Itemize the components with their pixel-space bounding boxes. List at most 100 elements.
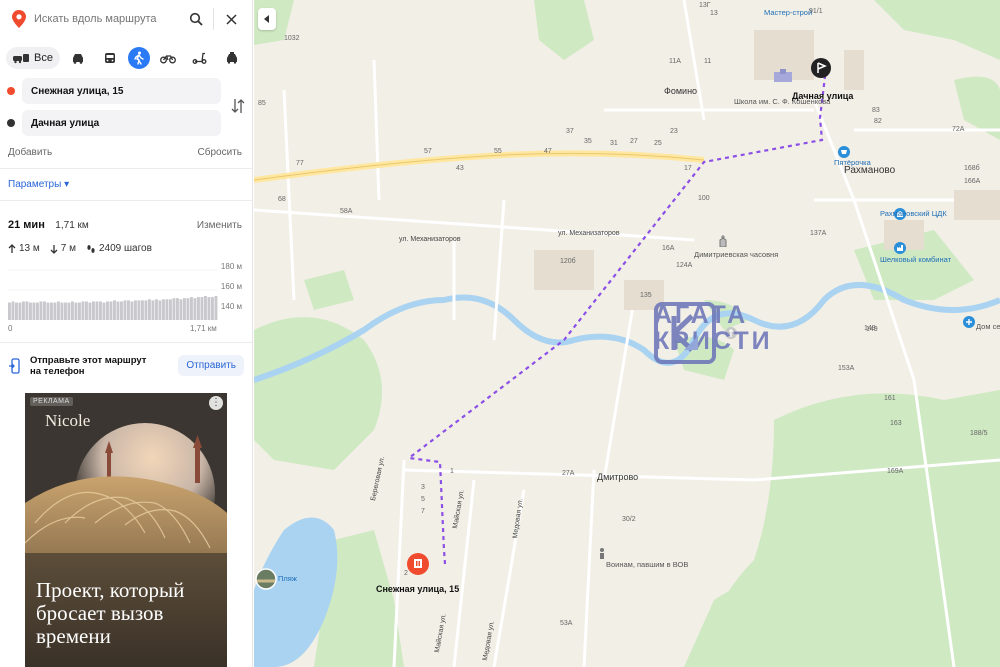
- elevation-bar: [53, 302, 57, 320]
- elevation-bar: [8, 302, 11, 320]
- elevation-bar: [50, 302, 53, 320]
- poi-cdk[interactable]: Рахмановский ЦДК: [880, 209, 947, 218]
- house-number: 31: [610, 140, 618, 147]
- search-icon[interactable]: [185, 8, 207, 30]
- divider: [0, 200, 252, 201]
- house-number: 124А: [676, 262, 693, 269]
- more-icon[interactable]: ⋮: [209, 396, 223, 410]
- reset-button[interactable]: Сбросить: [198, 147, 242, 158]
- house-number: 168б: [964, 165, 980, 172]
- house-number: 77: [296, 160, 304, 167]
- swap-points-icon[interactable]: [231, 96, 245, 116]
- elevation-bar: [78, 302, 81, 320]
- mode-bike-button[interactable]: [154, 47, 182, 69]
- mode-scooter-button[interactable]: [186, 47, 214, 69]
- elevation-bar: [204, 296, 207, 320]
- house-number: 35: [584, 138, 592, 145]
- elevation-bar: [39, 301, 43, 320]
- elevation-bar: [141, 300, 144, 320]
- poi-master-stroy[interactable]: Мастер-строй: [764, 8, 812, 17]
- transport-modes: Все: [0, 38, 252, 78]
- send-to-phone: Отправьте этот маршрут на телефон Отправ…: [0, 342, 252, 388]
- poi-chapel[interactable]: Димитриевская часовня: [694, 250, 778, 259]
- place-fomino: Фомино: [664, 86, 698, 96]
- poi-kombinat[interactable]: Шелковый комбинат: [880, 255, 951, 264]
- poi-pyaterochka[interactable]: Пятёрочка: [834, 158, 871, 167]
- send-button[interactable]: Отправить: [178, 355, 244, 376]
- from-dot-icon: [7, 87, 15, 95]
- descent-stat: 7 м: [50, 243, 76, 254]
- route-point-from[interactable]: Снежная улица, 15: [7, 78, 221, 104]
- agency-watermark: АГАТА КРИСТИ: [654, 302, 773, 364]
- house-number: 169А: [887, 468, 904, 475]
- route-time: 21 мин: [8, 219, 45, 231]
- route-point-to[interactable]: Дачная улица: [7, 110, 221, 136]
- advertisement[interactable]: РЕКЛАМА Nicole ⋮ Проект, который бросает…: [25, 393, 227, 667]
- mode-taxi-button[interactable]: [218, 47, 246, 69]
- memorial-icon[interactable]: [597, 547, 607, 559]
- end-marker-label[interactable]: Дачная улица: [792, 91, 853, 101]
- route-summary: 21 мин 1,71 км Изменить: [0, 205, 252, 233]
- map-canvas[interactable]: Фомино Рахманово Дмитрово Мастер-строй Ш…: [254, 0, 1000, 667]
- house-number: 82: [874, 118, 882, 125]
- chapel-icon[interactable]: [718, 235, 728, 247]
- mode-walk-button[interactable]: [127, 47, 150, 69]
- elevation-bar: [71, 301, 74, 320]
- mode-car-button[interactable]: [64, 47, 92, 69]
- add-point-button[interactable]: Добавить: [8, 147, 52, 158]
- elevation-bar: [176, 298, 179, 320]
- route-search-input[interactable]: [34, 13, 185, 25]
- location-pin-icon: [12, 10, 26, 28]
- to-label: Дачная улица: [31, 117, 100, 129]
- elevation-bar: [137, 300, 141, 320]
- elevation-bar: [67, 302, 71, 320]
- ad-label: РЕКЛАМА: [30, 397, 73, 406]
- end-marker: [811, 58, 831, 78]
- mode-transit-button[interactable]: [96, 47, 124, 69]
- elevation-bar: [43, 301, 46, 320]
- house-number: 30/2: [622, 516, 636, 523]
- elevation-bar: [144, 300, 148, 320]
- poi-hospice[interactable]: Дом сестринского ухода: [976, 322, 1000, 331]
- elev-y-tick: 140 м: [220, 302, 242, 311]
- elevation-bar: [120, 301, 123, 320]
- car-bus-icon: [13, 54, 29, 64]
- elevation-bar: [155, 299, 158, 320]
- mode-all-button[interactable]: Все: [6, 47, 60, 69]
- pedestrian-icon: [134, 51, 144, 65]
- point-actions: Добавить Сбросить: [0, 140, 252, 164]
- factory-icon[interactable]: [894, 242, 906, 254]
- elevation-bar: [179, 299, 183, 320]
- beach-photo-icon[interactable]: [255, 568, 277, 590]
- elevation-bar: [151, 300, 155, 320]
- house-number: 163: [890, 420, 902, 427]
- elevation-bar: [109, 301, 113, 320]
- house-number: 11А: [669, 58, 681, 65]
- mode-all-label: Все: [34, 52, 53, 64]
- start-marker-label[interactable]: Снежная улица, 15: [376, 584, 459, 594]
- bus-icon: [104, 52, 115, 63]
- house-number: 161: [884, 395, 896, 402]
- arrow-down-icon: [50, 244, 58, 254]
- main-road: [254, 150, 705, 183]
- search-divider: [213, 8, 214, 30]
- collapse-panel-button[interactable]: [258, 8, 276, 30]
- house-number: 25: [654, 140, 662, 147]
- care-home-icon[interactable]: [963, 316, 975, 328]
- elevation-bar: [102, 302, 106, 320]
- from-label: Снежная улица, 15: [31, 85, 124, 97]
- school-icon[interactable]: [773, 68, 793, 84]
- house-number: 27: [630, 138, 638, 145]
- shop-icon[interactable]: [838, 146, 850, 158]
- house-number: 7: [421, 508, 425, 515]
- elevation-bar: [18, 302, 22, 320]
- house-number: 120б: [560, 258, 576, 265]
- elevation-bar: [74, 302, 78, 320]
- route-params-button[interactable]: Параметры ▾: [0, 173, 252, 196]
- poi-warriors[interactable]: Воинам, павшим в ВОВ: [606, 560, 688, 569]
- house-number: 17: [684, 165, 692, 172]
- poi-beach[interactable]: Пляж: [278, 574, 297, 583]
- edit-route-button[interactable]: Изменить: [197, 220, 242, 231]
- close-icon[interactable]: [220, 8, 242, 30]
- house-number: 16А: [662, 245, 675, 252]
